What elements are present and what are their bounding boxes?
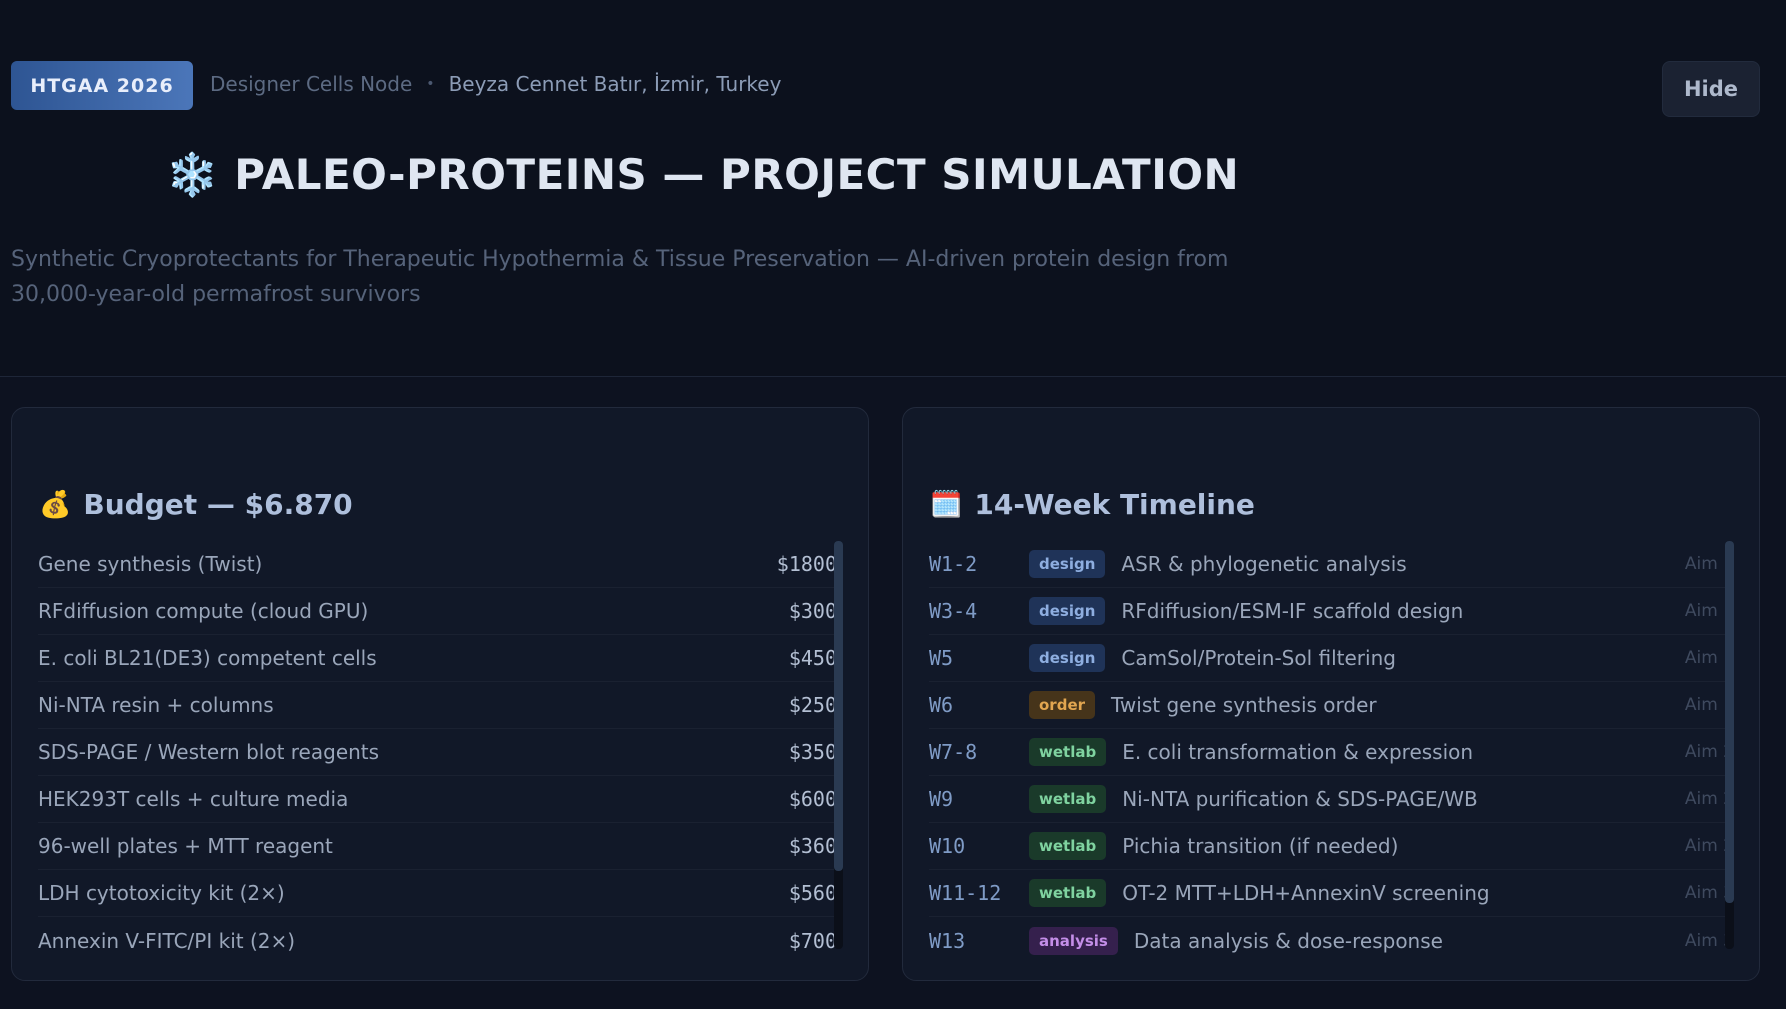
phase-tag: design <box>1029 550 1106 578</box>
author-location: Beyza Cennet Batır, İzmir, Turkey <box>448 72 782 96</box>
timeline-row: W13 analysis Data analysis & dose-response… <box>929 917 1734 963</box>
budget-row: Ni-NTA resin + columns $250 <box>38 682 843 729</box>
page-subtitle: Synthetic Cryoprotectants for Therapeuti… <box>11 247 1229 307</box>
timeline-row: W5 design CamSol/Protein-Sol filtering Aim … <box>929 635 1734 682</box>
timeline-week: W3-4 <box>929 599 978 623</box>
phase-tag: order <box>1029 691 1096 719</box>
phase-tag: analysis <box>1029 926 1118 955</box>
timeline-task: RFdiffusion/ESM-IF scaffold design <box>1121 599 1464 623</box>
budget-row: RFdiffusion compute (cloud GPU) $300 <box>38 588 843 635</box>
budget-scrollbar-thumb[interactable] <box>834 541 843 871</box>
budget-item-label: SDS-PAGE / Western blot reagents <box>38 740 380 764</box>
budget-item-label: Gene synthesis (Twist) <box>38 552 263 576</box>
timeline-task: OT-2 MTT+LDH+AnnexinV screening <box>1122 881 1490 905</box>
budget-scrollbar[interactable] <box>834 541 843 949</box>
timeline-task: Data analysis & dose-response <box>1133 928 1443 953</box>
timeline-week: W9 <box>929 787 954 811</box>
timeline-row: W3-4 design RFdiffusion/ESM-IF scaffold de… <box>929 588 1734 635</box>
budget-item-label: LDH cytotoxicity kit (2×) <box>38 881 285 905</box>
budget-heading: 💰 Budget — $6.870 <box>39 488 353 521</box>
timeline-task: CamSol/Protein-Sol filtering <box>1121 646 1396 670</box>
node-name: Designer Cells Node <box>210 72 413 96</box>
timeline-row: W1-2 design ASR & phylogenetic analysis Aim… <box>929 541 1734 588</box>
budget-item-label: E. coli BL21(DE3) competent cells <box>38 646 377 670</box>
timeline-task: Pichia transition (if needed) <box>1122 834 1399 858</box>
header-meta: Designer Cells Node • Beyza Cennet Batır… <box>210 72 781 96</box>
budget-row: HEK293T cells + culture media $600 <box>38 776 843 823</box>
budget-item-label: Annexin V-FITC/PI kit (2×) <box>38 928 296 953</box>
timeline-week: W10 <box>929 834 966 858</box>
money-bag-icon: 💰 <box>39 489 72 520</box>
budget-row: E. coli BL21(DE3) competent cells $450 <box>38 635 843 682</box>
hide-button[interactable]: Hide <box>1662 61 1760 117</box>
timeline-row: W9 wetlab Ni-NTA purification & SDS-PAGE/W… <box>929 776 1734 823</box>
timeline-week: W5 <box>929 646 954 670</box>
timeline-row: W7-8 wetlab E. coli transformation & expre… <box>929 729 1734 776</box>
budget-row: Gene synthesis (Twist) $1800 <box>38 541 843 588</box>
timeline-row: W11-12 wetlab OT-2 MTT+LDH+AnnexinV screen… <box>929 870 1734 917</box>
timeline-week: W13 <box>929 928 966 953</box>
budget-row: LDH cytotoxicity kit (2×) $560 <box>38 870 843 917</box>
timeline-week: W6 <box>929 693 954 717</box>
timeline-list[interactable]: W1-2 design ASR & phylogenetic analysis Aim… <box>929 541 1734 963</box>
timeline-week: W11-12 <box>929 881 1002 905</box>
budget-item-label: HEK293T cells + culture media <box>38 787 349 811</box>
budget-item-label: RFdiffusion compute (cloud GPU) <box>38 599 369 623</box>
timeline-row: W10 wetlab Pichia transition (if needed) Ai… <box>929 823 1734 870</box>
meta-separator: • <box>426 76 435 92</box>
calendar-icon: 🗓️ <box>930 489 963 520</box>
budget-row: 96-well plates + MTT reagent $360 <box>38 823 843 870</box>
budget-row: SDS-PAGE / Western blot reagents $350 <box>38 729 843 776</box>
timeline-task: Twist gene synthesis order <box>1111 693 1377 717</box>
page-title-text: PALEO-PROTEINS — PROJECT SIMULATION <box>234 150 1240 199</box>
budget-item-label: 96-well plates + MTT reagent <box>38 834 333 858</box>
budget-item-label: Ni-NTA resin + columns <box>38 693 274 717</box>
page-title: ❄️ PALEO-PROTEINS — PROJECT SIMULATION <box>166 150 1239 199</box>
timeline-task: E. coli transformation & expression <box>1122 740 1474 764</box>
timeline-task: ASR & phylogenetic analysis <box>1121 552 1407 576</box>
budget-row: Annexin V-FITC/PI kit (2×) $700 <box>38 917 843 963</box>
budget-panel: 💰 Budget — $6.870 Gene synthesis (Twist)… <box>11 407 869 981</box>
timeline-heading: 🗓️ 14-Week Timeline <box>930 488 1255 521</box>
phase-tag: design <box>1029 644 1106 672</box>
course-badge: HTGAA 2026 <box>11 61 193 110</box>
timeline-panel: 🗓️ 14-Week Timeline W1-2 design ASR & phyl… <box>902 407 1760 981</box>
phase-tag: wetlab <box>1029 738 1107 766</box>
timeline-week: W7-8 <box>929 740 978 764</box>
budget-list[interactable]: Gene synthesis (Twist) $1800 RFdiffusion c… <box>38 541 843 963</box>
timeline-scrollbar-thumb[interactable] <box>1725 541 1734 903</box>
phase-tag: wetlab <box>1029 832 1107 860</box>
phase-tag: design <box>1029 597 1106 625</box>
page-header: HTGAA 2026 Designer Cells Node • Beyza C… <box>0 0 1786 377</box>
phase-tag: wetlab <box>1029 879 1107 907</box>
timeline-scrollbar[interactable] <box>1725 541 1734 949</box>
timeline-row: W6 order Twist gene synthesis order Aim 1 <box>929 682 1734 729</box>
timeline-task: Ni-NTA purification & SDS-PAGE/WB <box>1122 787 1478 811</box>
timeline-title: 14-Week Timeline <box>974 488 1255 521</box>
phase-tag: wetlab <box>1029 785 1107 813</box>
timeline-week: W1-2 <box>929 552 978 576</box>
snowflake-icon: ❄️ <box>166 149 219 199</box>
budget-title: Budget — $6.870 <box>83 488 353 521</box>
